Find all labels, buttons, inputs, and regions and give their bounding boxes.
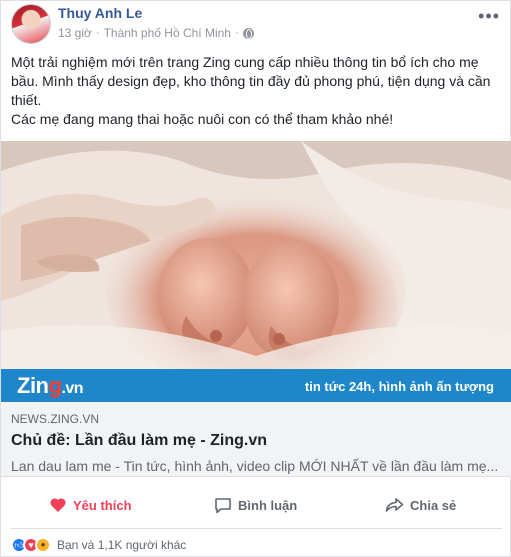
comment-button[interactable]: Bình luận (214, 489, 297, 521)
post-meta: 13 giờ · Thành phố Hồ Chí Minh · (58, 26, 254, 40)
post-text-line: Các mẹ đang mang thai hoặc nuôi con có t… (11, 111, 394, 127)
avatar[interactable] (11, 4, 51, 44)
reaction-count[interactable]: Bạn và 1,1K người khác (57, 538, 186, 552)
pregnancy-illustration (1, 141, 511, 369)
globe-icon[interactable] (242, 27, 254, 39)
link-domain: NEWS.ZING.VN (11, 412, 100, 426)
post-header: Thuy Anh Le 13 giờ · Thành phố Hồ Chí Mi… (1, 1, 511, 45)
link-image[interactable] (1, 141, 511, 369)
link-preview[interactable]: NEWS.ZING.VN Chủ đề: Lần đầu làm mẹ - Zi… (1, 402, 511, 477)
share-label: Chia sẻ (410, 497, 457, 513)
heart-icon (50, 498, 66, 512)
separator-dot: · (95, 27, 100, 39)
wow-icon[interactable]: ● (35, 537, 51, 553)
zing-logo-suffix: .vn (61, 380, 84, 397)
feed-post: Thuy Anh Le 13 giờ · Thành phố Hồ Chí Mi… (0, 0, 511, 557)
zing-logo: Zing.vn (17, 373, 84, 399)
share-button[interactable]: Chia sẻ (385, 489, 456, 521)
post-time[interactable]: 13 giờ (58, 26, 92, 40)
banner-tagline: tin tức 24h, hình ảnh ấn tượng (304, 379, 494, 394)
zing-logo-text: Zin (17, 373, 49, 398)
like-button[interactable]: Yêu thích (49, 489, 132, 521)
zing-logo-g: g (48, 373, 62, 398)
link-title[interactable]: Chủ đề: Lần đầu làm mẹ - Zing.vn (11, 432, 267, 450)
comment-icon (215, 497, 231, 513)
post-text: Một trải nghiệm mới trên trang Zing cung… (11, 53, 501, 129)
share-icon (385, 498, 404, 512)
author-name[interactable]: Thuy Anh Le (58, 5, 142, 21)
post-location[interactable]: Thành phố Hồ Chí Minh (104, 26, 231, 40)
link-description: Lan dau lam me - Tin tức, hình ảnh, vide… (11, 458, 499, 474)
more-icon[interactable]: ••• (478, 7, 500, 25)
post-text-line: Một trải nghiệm mới trên trang Zing cung… (11, 54, 479, 70)
reaction-summary[interactable]: 👍︎ ♥ ● Bạn và 1,1K người khác (11, 536, 186, 554)
action-bar: Yêu thích Bình luận Chia sẻ (11, 489, 502, 521)
separator-dot: · (234, 27, 239, 39)
comment-label: Bình luận (238, 497, 298, 513)
post-text-line: bầu. Mình thấy design đẹp, kho thông tin… (11, 73, 491, 89)
like-label: Yêu thích (73, 497, 132, 513)
zing-banner[interactable]: Zing.vn tin tức 24h, hình ảnh ấn tượng (1, 369, 511, 402)
divider (11, 528, 502, 529)
post-text-line: thiết. (11, 92, 42, 108)
